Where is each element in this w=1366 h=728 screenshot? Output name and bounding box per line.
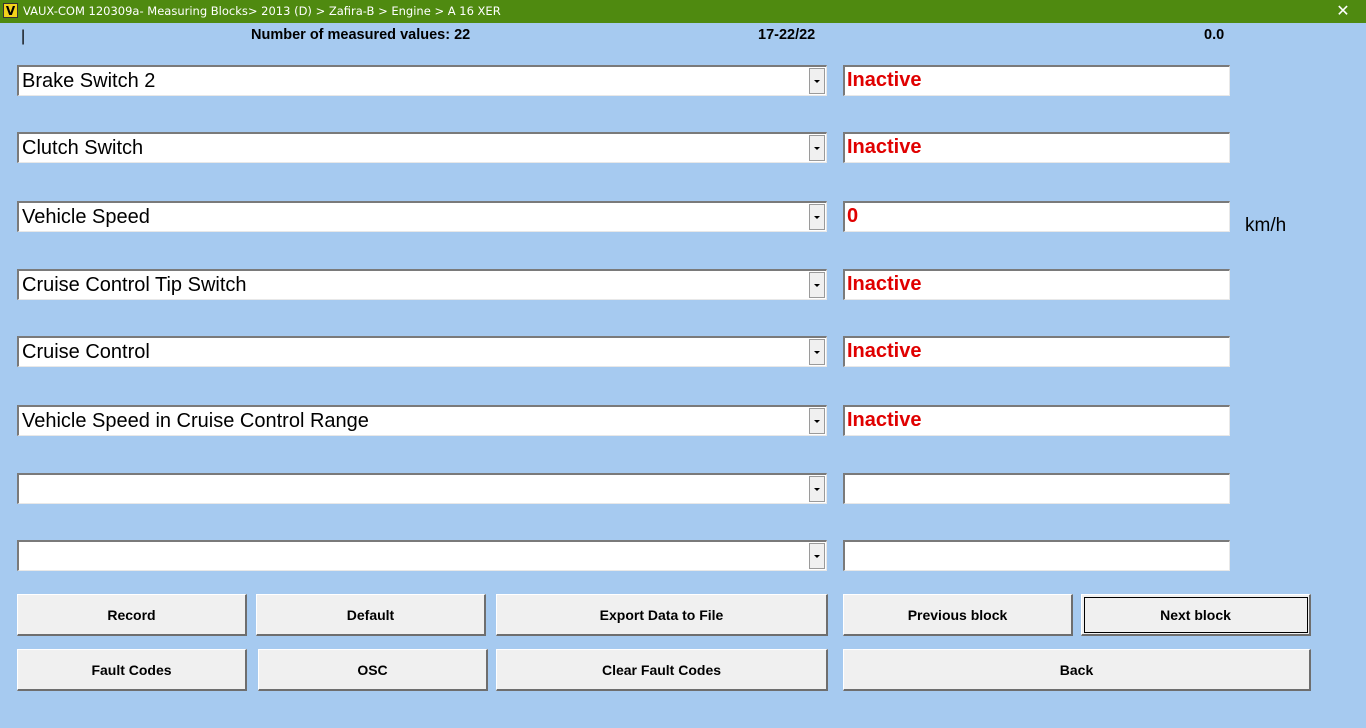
chevron-down-icon: [814, 487, 820, 491]
text-cursor: |: [21, 28, 26, 45]
parameter-label: Vehicle Speed in Cruise Control Range: [22, 410, 369, 432]
previous-block-button[interactable]: Previous block: [843, 594, 1073, 636]
chevron-down-icon: [814, 146, 820, 150]
dropdown-button[interactable]: [809, 543, 825, 569]
measurement-row: [0, 540, 1366, 572]
unit-label: km/h: [1245, 215, 1287, 236]
title-bar: V VAUX-COM 120309a- Measuring Blocks> 20…: [0, 0, 1366, 23]
window-title: VAUX-COM 120309a- Measuring Blocks> 2013…: [23, 4, 501, 18]
chevron-down-icon: [814, 554, 820, 558]
value-field: Inactive: [843, 336, 1230, 367]
value-text: Inactive: [847, 409, 922, 431]
osc-button[interactable]: OSC: [258, 649, 488, 691]
value-text: Inactive: [847, 340, 922, 362]
value-field: Inactive: [843, 132, 1230, 163]
parameter-select[interactable]: [17, 540, 827, 571]
parameter-select[interactable]: Cruise Control: [17, 336, 827, 367]
chevron-down-icon: [814, 419, 820, 423]
back-button[interactable]: Back: [843, 649, 1311, 691]
value-field: 0: [843, 201, 1230, 232]
value-field: Inactive: [843, 65, 1230, 96]
dropdown-button[interactable]: [809, 408, 825, 434]
dropdown-button[interactable]: [809, 68, 825, 94]
value-field: Inactive: [843, 405, 1230, 436]
parameter-select[interactable]: Clutch Switch: [17, 132, 827, 163]
chevron-down-icon: [814, 79, 820, 83]
dropdown-button[interactable]: [809, 476, 825, 502]
record-button[interactable]: Record: [17, 594, 247, 636]
parameter-select[interactable]: Vehicle Speed in Cruise Control Range: [17, 405, 827, 436]
measurement-row: [0, 473, 1366, 505]
measurement-row: Cruise Control Tip Switch Inactive: [0, 269, 1366, 301]
value-text: Inactive: [847, 136, 922, 158]
value-field: [843, 473, 1230, 504]
app-logo-icon: V: [3, 3, 18, 18]
elapsed-time: 0.0: [1204, 27, 1225, 43]
fault-codes-button[interactable]: Fault Codes: [17, 649, 247, 691]
parameter-select[interactable]: Cruise Control Tip Switch: [17, 269, 827, 300]
dropdown-button[interactable]: [809, 135, 825, 161]
dropdown-button[interactable]: [809, 339, 825, 365]
value-text: Inactive: [847, 273, 922, 295]
dropdown-button[interactable]: [809, 204, 825, 230]
parameter-select[interactable]: Vehicle Speed: [17, 201, 827, 232]
value-field: [843, 540, 1230, 571]
parameter-label: Vehicle Speed: [22, 206, 150, 228]
parameter-label: Brake Switch 2: [22, 70, 156, 92]
chevron-down-icon: [814, 215, 820, 219]
parameter-select[interactable]: Brake Switch 2: [17, 65, 827, 96]
value-text: Inactive: [847, 69, 922, 91]
measured-values-count: Number of measured values: 22: [251, 27, 471, 43]
default-button[interactable]: Default: [256, 594, 486, 636]
export-data-button[interactable]: Export Data to File: [496, 594, 828, 636]
measurement-row: Vehicle Speed 0 km/h: [0, 201, 1366, 236]
dropdown-button[interactable]: [809, 272, 825, 298]
parameter-label: Clutch Switch: [22, 137, 144, 159]
measurement-row: Vehicle Speed in Cruise Control Range In…: [0, 405, 1366, 437]
value-field: Inactive: [843, 269, 1230, 300]
parameter-select[interactable]: [17, 473, 827, 504]
next-block-button[interactable]: Next block: [1081, 594, 1311, 636]
close-button[interactable]: ✕: [1320, 0, 1366, 23]
clear-fault-codes-button[interactable]: Clear Fault Codes: [496, 649, 828, 691]
measurement-row: Cruise Control Inactive: [0, 336, 1366, 368]
chevron-down-icon: [814, 350, 820, 354]
measurement-row: Brake Switch 2 Inactive: [0, 65, 1366, 97]
value-text: 0: [847, 205, 859, 227]
block-range: 17-22/22: [758, 27, 816, 43]
parameter-label: Cruise Control: [22, 341, 150, 363]
parameter-label: Cruise Control Tip Switch: [22, 274, 247, 296]
measurement-row: Clutch Switch Inactive: [0, 132, 1366, 164]
chevron-down-icon: [814, 283, 820, 287]
